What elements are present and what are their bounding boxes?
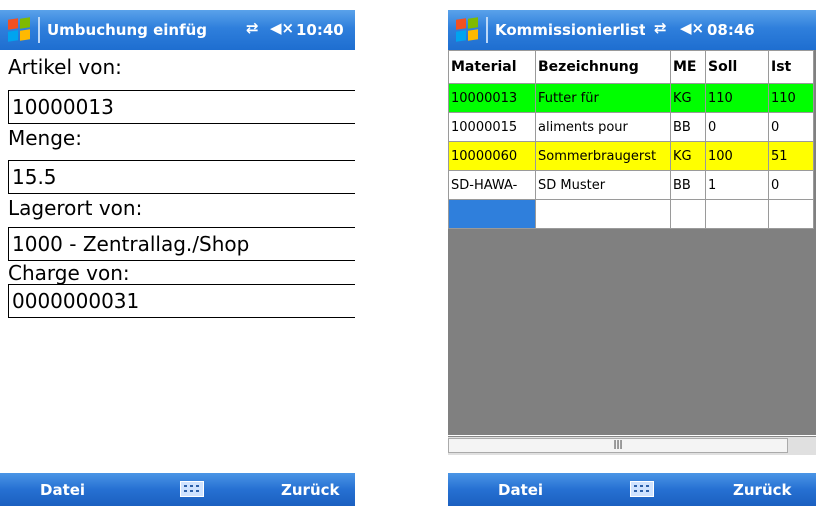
col-soll[interactable]: Soll [705,50,769,84]
softkey-datei[interactable]: Datei [498,481,543,499]
table-cell[interactable]: KG [670,141,706,171]
softkey-datei[interactable]: Datei [40,481,85,499]
window-title: Kommissionierliste [495,21,645,39]
softkey-bar: Datei Zurück [448,473,816,506]
col-bezeichnung[interactable]: Bezeichnung [535,50,671,84]
table-cell[interactable]: BB [670,170,706,200]
table-cell[interactable]: Sommerbraugerst [535,141,671,171]
title-separator [486,17,488,43]
menge-input[interactable]: 15.5 [8,160,355,194]
table-cell[interactable] [670,199,706,229]
table-cell[interactable]: SD-HAWA- [448,170,536,200]
window-title: Umbuchung einfüg [47,21,208,39]
charge-input[interactable]: 0000000031 [8,284,355,318]
device-kommissionierliste: Kommissionierliste ⇄ ◀× 08:46 Material B… [448,10,816,506]
lagerort-select[interactable]: 1000 - Zentrallag./Shop ▼ [8,227,355,261]
artikel-input[interactable]: 10000013 [8,90,355,124]
device-umbuchung: Umbuchung einfüg ⇄ ◀× 10:40 Artikel von:… [0,10,355,506]
table-cell[interactable]: 10000013 [448,83,536,113]
lagerort-label: Lagerort von: [8,196,143,220]
title-bar: Umbuchung einfüg ⇄ ◀× 10:40 [0,10,355,50]
selected-cell[interactable] [448,199,536,229]
lagerort-value: 1000 - Zentrallag./Shop [12,232,250,256]
softkey-zurueck[interactable]: Zurück [281,481,340,499]
clock[interactable]: 10:40 [296,21,344,39]
header-row: Material Bezeichnung ME Soll Ist [448,50,814,84]
menge-label: Menge: [8,126,82,150]
table-cell[interactable] [535,199,671,229]
table-cell[interactable]: 110 [768,83,814,113]
horizontal-scrollbar[interactable]: ||| [448,436,816,455]
col-ist[interactable]: Ist [768,50,814,84]
table-cell[interactable]: 51 [768,141,814,171]
keyboard-icon[interactable] [180,481,204,497]
table-cell[interactable]: 100 [705,141,769,171]
table-cell[interactable] [768,199,814,229]
col-material[interactable]: Material [448,50,536,84]
artikel-label: Artikel von: [8,55,122,79]
table-cell[interactable]: 110 [705,83,769,113]
table-cell[interactable]: aliments pour [535,112,671,142]
chevron-down-icon[interactable]: ▼ [351,229,355,259]
scroll-thumb[interactable]: ||| [448,438,788,453]
table-cell[interactable]: 0 [705,112,769,142]
table-row-new[interactable] [448,199,814,229]
table-cell[interactable]: 0 [768,112,814,142]
title-bar: Kommissionierliste ⇄ ◀× 08:46 [448,10,816,50]
commission-table: Material Bezeichnung ME Soll Ist 1000001… [448,50,814,229]
col-me[interactable]: ME [670,50,706,84]
table-cell[interactable] [705,199,769,229]
table-cell[interactable]: KG [670,83,706,113]
speaker-mute-icon[interactable]: ◀× [270,19,294,37]
table-row[interactable]: 10000013 Futter für KG 110 110 [448,83,814,113]
keyboard-icon[interactable] [630,481,654,497]
clock[interactable]: 08:46 [707,21,755,39]
softkey-bar: Datei Zurück [0,473,355,506]
connectivity-icon[interactable]: ⇄ [654,19,667,37]
table-cell[interactable]: BB [670,112,706,142]
data-grid[interactable]: Material Bezeichnung ME Soll Ist 1000001… [448,50,816,435]
softkey-zurueck[interactable]: Zurück [733,481,792,499]
windows-start-icon[interactable] [456,17,480,42]
table-row[interactable]: 10000060 Sommerbraugerst KG 100 51 [448,141,814,171]
table-row[interactable]: SD-HAWA- SD Muster BB 1 0 [448,170,814,200]
windows-start-icon[interactable] [8,17,32,42]
table-row[interactable]: 10000015 aliments pour BB 0 0 [448,112,814,142]
table-cell[interactable]: SD Muster [535,170,671,200]
table-cell[interactable]: 10000015 [448,112,536,142]
connectivity-icon[interactable]: ⇄ [246,19,259,37]
table-cell[interactable]: 0 [768,170,814,200]
title-separator [38,17,40,43]
table-cell[interactable]: 10000060 [448,141,536,171]
table-cell[interactable]: Futter für [535,83,671,113]
charge-label: Charge von: [8,261,130,285]
speaker-mute-icon[interactable]: ◀× [680,19,704,37]
table-cell[interactable]: 1 [705,170,769,200]
